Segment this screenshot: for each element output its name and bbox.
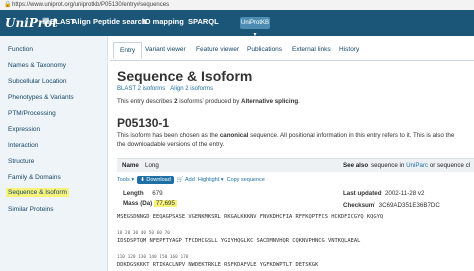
section-title: Sequence & Isoform <box>117 68 253 84</box>
entry-tabs: Entry Variant viewer Feature viewer Publ… <box>110 40 474 61</box>
dataset-select[interactable]: UniProtKB ▾ <box>240 17 270 38</box>
sidebar-item-sequence-isoform[interactable]: Sequence & Isoform <box>6 188 69 197</box>
desc-mid: isoforms <box>177 98 203 106</box>
top-navigation: UniProt ▦ BLAST Align Peptide search ID … <box>0 10 474 38</box>
sequence-toolbar: Tools ▾ ⬇ Download 🛒 Add Highlight ▾ Cop… <box>117 176 265 184</box>
mass-label: Mass (Da) <box>123 200 153 207</box>
checksum-value: 3C69AD351E36B7DC <box>378 202 440 210</box>
tab-history[interactable]: History <box>339 46 359 53</box>
add-label: Add <box>184 177 195 183</box>
copy-sequence-button[interactable]: Copy sequence <box>227 177 265 183</box>
download-button[interactable]: ⬇ Download <box>137 176 174 184</box>
tab-entry[interactable]: Entry <box>113 42 143 59</box>
blast-isoforms-link[interactable]: BLAST 2 isoforms <box>117 86 165 92</box>
sequence-row-3: DDKDGSKKKT RTIKACLNPV NWDEKTRKLE RSFKDAF… <box>117 262 319 268</box>
sidebar-item-names-taxonomy[interactable]: Names & Taxonomy <box>8 62 66 69</box>
checksum-info-icon[interactable]: i <box>374 200 375 205</box>
canon-prefix: This isoform has been chosen as the <box>117 132 220 139</box>
sidebar: Function Names & Taxonomy Subcellular Lo… <box>0 36 108 271</box>
checksum-label: Checksum <box>343 202 375 210</box>
dataset-label: UniProtKB <box>240 20 269 26</box>
tools-button[interactable]: Tools ▾ <box>117 177 134 183</box>
sequence-row-1: MSEGSDNNGD EEQAGPSASE VGENKMKSRL RKGALKK… <box>117 214 384 220</box>
add-button[interactable]: 🛒 Add <box>177 177 195 183</box>
name-value: Long <box>145 162 159 169</box>
url-text: https://www.uniprot.org/uniprotkb/P05130… <box>12 2 170 8</box>
sidebar-item-phenotypes-variants[interactable]: Phenotypes & Variants <box>8 94 74 101</box>
section-description: This entry describes 2 isoformsi produce… <box>117 96 300 105</box>
uniparc-link[interactable]: UniParc <box>406 162 428 169</box>
tab-variant-viewer[interactable]: Variant viewer <box>145 46 186 53</box>
canon-rest: sequence. All positional information in … <box>248 132 455 139</box>
isoform-id: P05130-1 <box>117 116 170 130</box>
sequence-ticks-2: 10 20 30 40 50 60 70 <box>117 231 170 236</box>
sidebar-item-similar-proteins[interactable]: Similar Proteins <box>8 206 54 213</box>
basket-icon: 🛒 <box>176 177 184 183</box>
length-row: Length 679 <box>123 190 163 197</box>
updated-label: Last updated <box>343 190 382 197</box>
sidebar-item-ptm-processing[interactable]: PTM/Processing <box>8 110 56 117</box>
sequence-row-2: IDSDSPTQM NFEPFTYAGP TFCDHCGSLL YGIYHQGL… <box>117 238 361 244</box>
chevron-down-icon: ▾ <box>253 32 257 38</box>
uniprot-logo[interactable]: UniProt <box>5 14 58 32</box>
length-value: 679 <box>152 190 163 197</box>
tab-feature-viewer[interactable]: Feature viewer <box>196 46 239 53</box>
align-isoforms-link[interactable]: Align 2 isoforms <box>170 86 213 92</box>
tools-label: Tools <box>117 177 130 183</box>
sidebar-item-interaction[interactable]: Interaction <box>8 142 38 149</box>
canonical-note-line2: the downloadable versions of the entry. <box>117 141 225 148</box>
checksum-row: Checksumi 3C69AD351E36B7DC <box>343 200 440 209</box>
length-label: Length <box>123 190 144 197</box>
sidebar-item-expression[interactable]: Expression <box>8 126 40 133</box>
canon-bold: canonical <box>219 132 249 139</box>
lock-icon: 🔒 <box>4 2 12 8</box>
desc-end: . <box>298 98 300 106</box>
desc-bold: Alternative splicing <box>241 98 299 106</box>
canonical-note: This isoform has been chosen as the cano… <box>117 132 454 139</box>
nav-id-mapping[interactable]: ID mapping <box>143 17 184 26</box>
see-also-label: See also <box>343 162 369 169</box>
tab-publications[interactable]: Publications <box>247 46 282 53</box>
mass-value: 77,695 <box>153 200 177 207</box>
see-also-prefix: sequence in <box>371 162 407 169</box>
download-label: Download <box>146 177 171 183</box>
sidebar-item-function[interactable]: Function <box>8 46 33 53</box>
nav-peptide-search[interactable]: Peptide search <box>93 17 146 26</box>
isoform-links: BLAST 2 isoforms Align 2 isoforms <box>117 86 213 92</box>
sidebar-item-family-domains[interactable]: Family & Domains <box>8 174 61 181</box>
tab-external-links[interactable]: External links <box>292 46 331 53</box>
sequence-ticks-3: 110 120 130 140 150 160 170 <box>117 255 189 260</box>
desc-mid2: produced by <box>203 98 242 106</box>
highlight-button[interactable]: Highlight ▾ <box>198 177 224 183</box>
name-label: Name <box>122 162 139 169</box>
see-also-text: sequence in UniParc or sequence cl <box>371 162 470 169</box>
sidebar-item-structure[interactable]: Structure <box>8 158 34 165</box>
mass-row: Mass (Da) 77,695 <box>123 200 177 207</box>
download-icon: ⬇ <box>140 177 145 183</box>
see-also-rest: or sequence cl <box>428 162 471 169</box>
updated-value: 2002-11-28 v2 <box>384 190 425 197</box>
highlight-label: Highlight <box>197 177 220 183</box>
sidebar-item-subcellular-location[interactable]: Subcellular Location <box>8 78 67 85</box>
desc-prefix: This entry describes <box>117 98 175 106</box>
nav-align[interactable]: Align <box>72 17 91 26</box>
nav-sparql[interactable]: SPARQL <box>188 17 219 26</box>
isoform-name-bar: Name Long See also sequence in UniParc o… <box>117 158 474 172</box>
last-updated-row: Last updated 2002-11-28 v2 <box>343 190 424 197</box>
